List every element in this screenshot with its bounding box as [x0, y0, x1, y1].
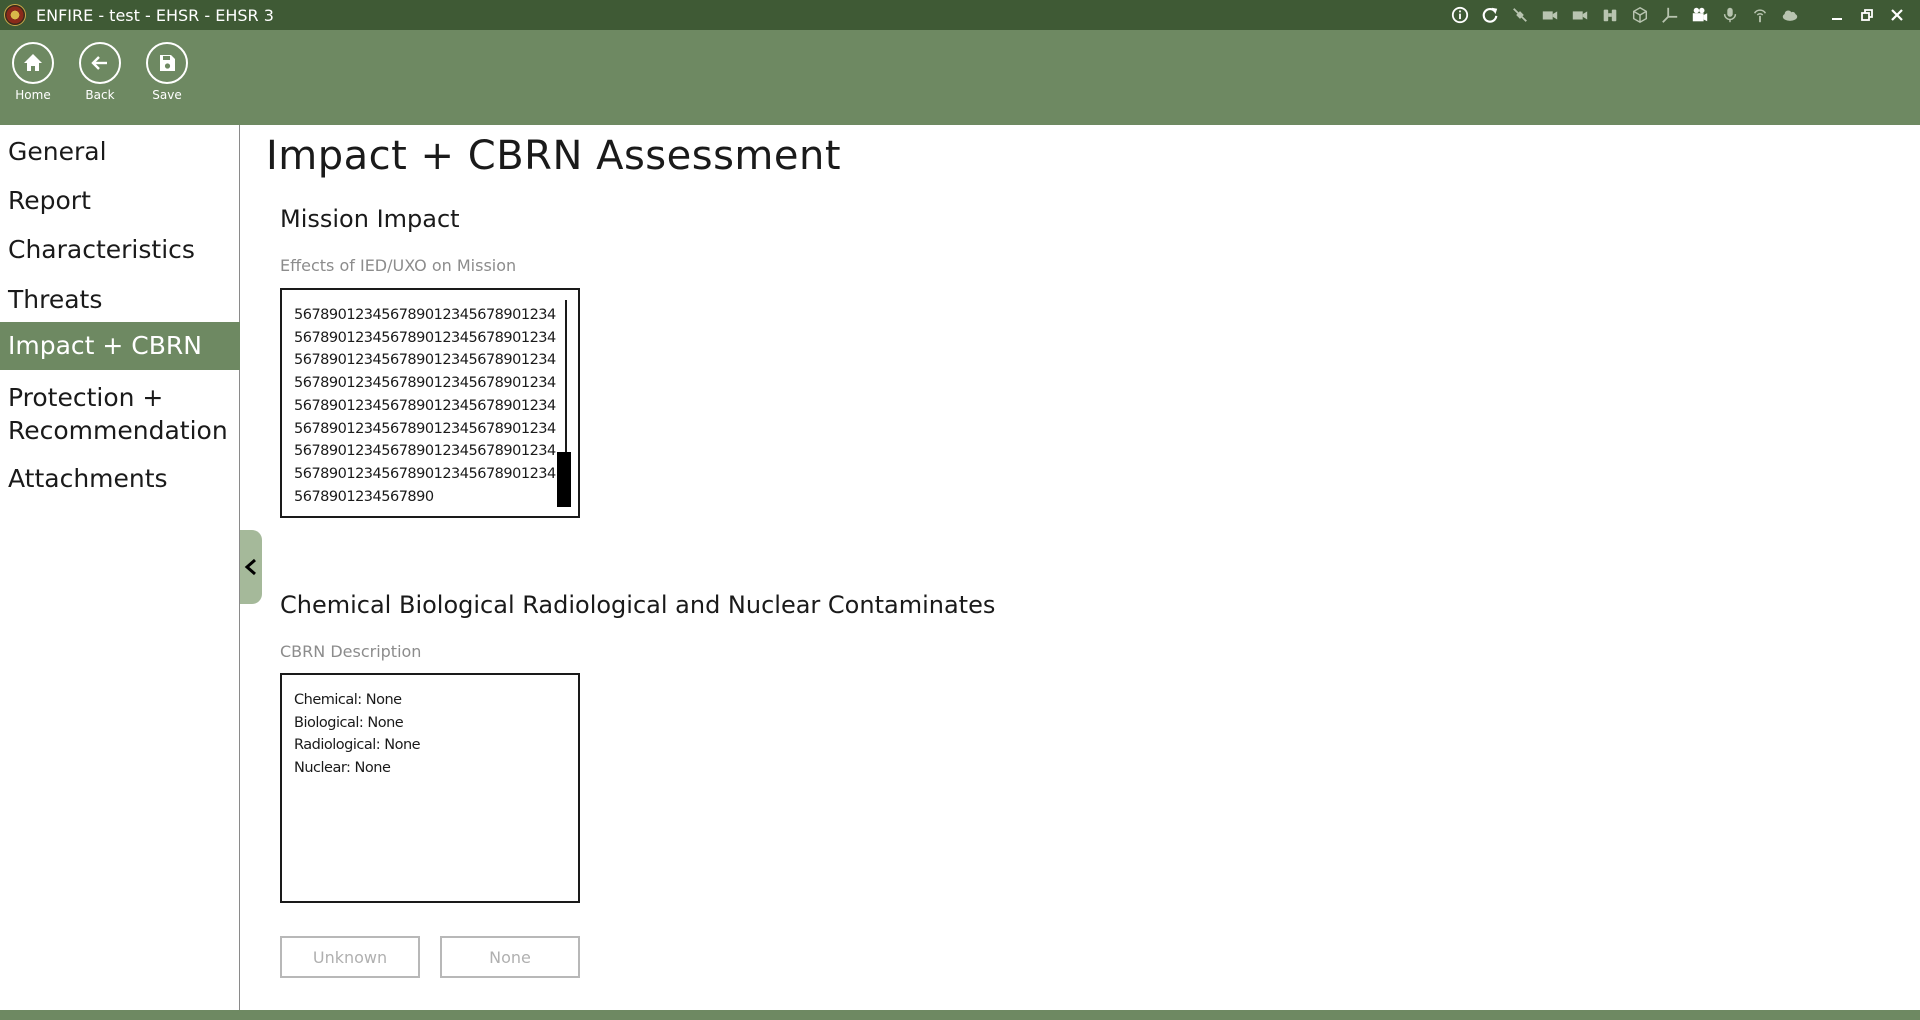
save-disk-icon [146, 42, 188, 84]
cbrn-description-label: CBRN Description [280, 642, 422, 661]
page-title: Impact + CBRN Assessment [266, 133, 842, 179]
refresh-icon[interactable] [1480, 5, 1500, 25]
video-icon[interactable] [1570, 5, 1590, 25]
main-content: Impact + CBRN Assessment Mission Impact … [241, 125, 1920, 1010]
mission-impact-heading: Mission Impact [280, 205, 460, 233]
titlebar-tools [1450, 0, 1810, 30]
unknown-button[interactable]: Unknown [280, 936, 420, 978]
close-icon[interactable] [1882, 0, 1912, 30]
satellite-icon[interactable] [1510, 5, 1530, 25]
cube-icon[interactable] [1630, 5, 1650, 25]
back-button[interactable]: Back [70, 42, 130, 102]
sidebar-item-impact-cbrn[interactable]: Impact + CBRN [0, 322, 240, 370]
back-arrow-icon [79, 42, 121, 84]
none-button[interactable]: None [440, 936, 580, 978]
info-icon[interactable] [1450, 5, 1470, 25]
sidebar-item-report[interactable]: Report [0, 184, 240, 224]
cloud-icon[interactable] [1780, 5, 1800, 25]
binoculars-icon[interactable] [1600, 5, 1620, 25]
axes-icon[interactable] [1660, 5, 1680, 25]
cbrn-description-textarea[interactable]: Chemical: None Biological: None Radiolog… [280, 673, 580, 903]
app-logo-icon [4, 4, 26, 26]
sidebar-item-characteristics[interactable]: Characteristics [0, 233, 240, 273]
microphone-icon[interactable] [1720, 5, 1740, 25]
camcorder-icon[interactable] [1690, 5, 1710, 25]
cbrn-heading: Chemical Biological Radiological and Nuc… [280, 591, 996, 619]
back-label: Back [85, 88, 115, 102]
mission-effects-textarea[interactable]: 5678901234567890123456789012345678901234… [280, 288, 580, 518]
footer-bar [0, 1010, 1920, 1020]
mission-effects-label: Effects of IED/UXO on Mission [280, 256, 517, 275]
camera-icon[interactable] [1540, 5, 1560, 25]
window-controls [1822, 0, 1912, 30]
save-label: Save [152, 88, 182, 102]
home-label: Home [15, 88, 51, 102]
sidebar-item-general[interactable]: General [0, 135, 240, 175]
sidebar-item-threats[interactable]: Threats [0, 283, 240, 323]
sidebar-item-attachments[interactable]: Attachments [0, 462, 240, 502]
antenna-icon[interactable] [1750, 5, 1770, 25]
home-icon [12, 42, 54, 84]
window-title: ENFIRE - test - EHSR - EHSR 3 [36, 5, 274, 25]
cbrn-description-text: Chemical: None Biological: None Radiolog… [294, 692, 421, 777]
toolbar: Home Back Save [0, 30, 1920, 125]
sidebar-item-protection-recommendation[interactable]: Protection + Recommendation [0, 381, 240, 451]
restore-icon[interactable] [1852, 0, 1882, 30]
sidebar-nav: General Report Characteristics Threats I… [0, 125, 240, 1010]
save-button[interactable]: Save [137, 42, 197, 102]
title-bar: ENFIRE - test - EHSR - EHSR 3 [0, 0, 1920, 30]
minimize-icon[interactable] [1822, 0, 1852, 30]
home-button[interactable]: Home [3, 42, 63, 102]
scrollbar-thumb[interactable] [557, 452, 571, 507]
mission-effects-text: 5678901234567890123456789012345678901234… [294, 307, 556, 505]
